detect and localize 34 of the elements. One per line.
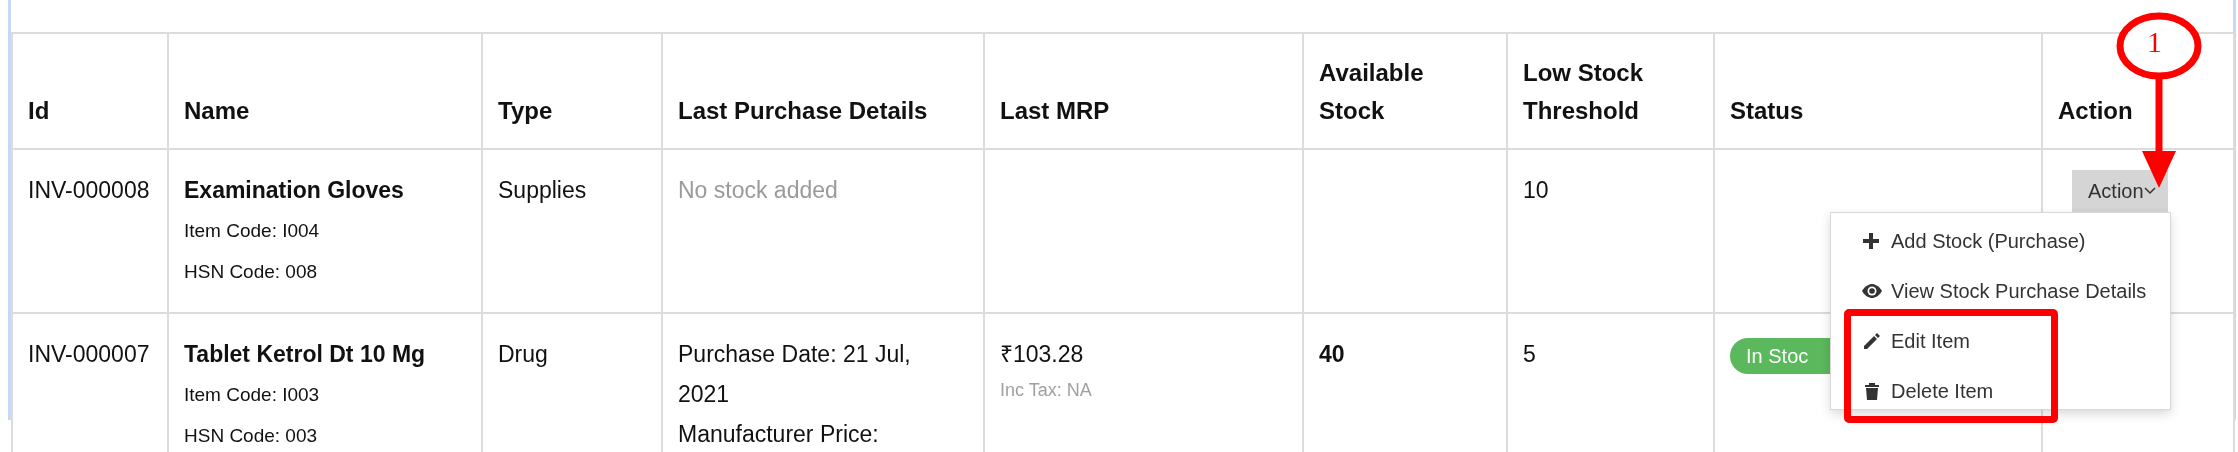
column-header: Last MRP [984,33,1303,149]
item-type: Supplies [498,176,588,205]
menu-item[interactable]: Delete Item [1851,366,2051,416]
item-name: Tablet Ketrol Dt 10 Mg [184,340,427,369]
column-header: Type [482,33,662,149]
column-header: Name [168,33,482,149]
purchase-detail: Purchase Date: 21 Jul, 2021 [678,340,912,409]
hsn-code: HSN Code: 008 [184,260,319,284]
callout-number: 1 [2147,24,2162,60]
threshold-value: 5 [1523,340,1537,369]
threshold-value: 10 [1523,176,1550,205]
column-header: Available Stock [1303,33,1507,149]
menu-item[interactable]: View Stock Purchase Details [1831,266,2170,316]
item-type: Drug [498,340,549,369]
hsn-code: HSN Code: 003 [184,424,319,448]
stock-count: 40 [1319,340,1346,369]
column-header: Id [12,33,168,149]
purchase-detail: Manufacturer Price: [678,420,880,449]
menu-item[interactable]: Add Stock (Purchase) [1831,216,2170,266]
caret-icon [2143,187,2156,195]
pencil-icon [1861,331,1883,351]
column-header: Last Purchase Details [662,33,984,149]
eye-icon [1861,281,1883,301]
item-name: Examination Gloves [184,176,405,205]
item-id: INV-000008 [28,176,151,205]
item-id: INV-000007 [28,340,151,369]
mrp-value: ₹103.28 [1000,340,1085,369]
empty-message: No stock added [678,176,839,205]
tax-note: Inc Tax: NA [1000,379,1093,402]
column-header: Status [1714,33,2042,149]
item-code: Item Code: I004 [184,219,321,243]
menu-item[interactable]: Edit Item [1851,316,2051,366]
column-header: Low Stock Threshold [1507,33,1714,149]
item-code: Item Code: I003 [184,383,321,407]
